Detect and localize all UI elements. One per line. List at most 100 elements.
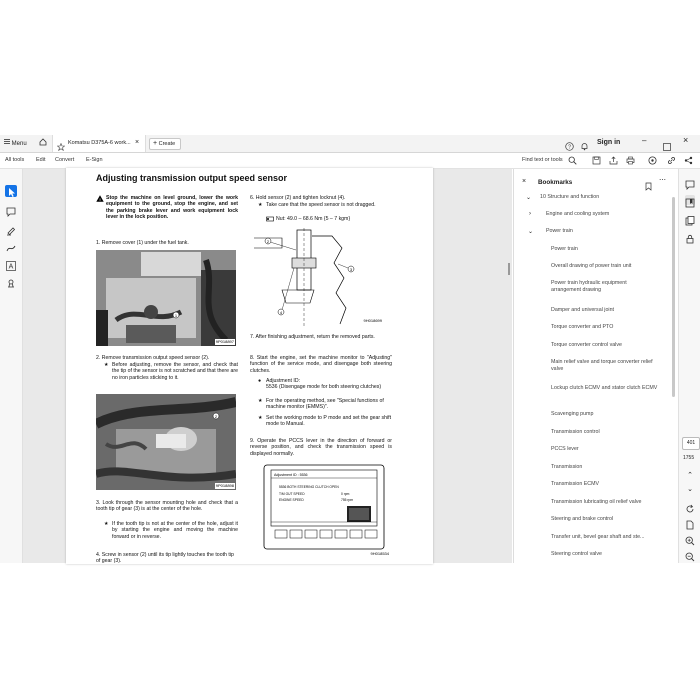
bookmarks-panel-icon[interactable] (685, 195, 695, 208)
bookmark-item[interactable]: Torque converter and PTO (551, 324, 666, 331)
refresh-icon[interactable] (685, 501, 695, 513)
bookmark-item[interactable]: Steering and brake control (551, 516, 666, 523)
chevron-down-icon[interactable]: ⌄ (685, 485, 695, 495)
step-6: 6. Hold sensor (2) and tighten locknut (… (250, 195, 346, 201)
bookmark-item[interactable]: Scavenging pump (551, 411, 666, 418)
monitor-line-3b: 755 rpm (341, 498, 353, 502)
monitor-line-1: 5536 BOTH STEERING CLUTCH OPEN (279, 485, 339, 489)
link-icon[interactable] (667, 156, 676, 165)
home-icon[interactable] (39, 138, 47, 150)
share-icon[interactable] (684, 156, 693, 165)
sensor-diagram: 2 3 4 9H018699 (252, 228, 386, 326)
bookmark-item[interactable]: Lockup clutch ECMV and stator clutch ECM… (551, 385, 659, 392)
chevron-down-icon[interactable]: ⌄ (528, 228, 533, 235)
bookmark-item[interactable]: Torque converter control valve (551, 342, 666, 349)
minimize-icon[interactable]: – (642, 136, 646, 145)
bookmark-item[interactable]: Main relief valve and torque converter r… (551, 359, 659, 373)
step-6-note: ★ Take care that the speed sensor is not… (258, 202, 376, 208)
svg-text:!: ! (99, 197, 100, 202)
more-options-icon[interactable]: ⋯ (659, 177, 666, 185)
bookmarks-scrollbar[interactable] (671, 177, 676, 557)
menu-esign[interactable]: E-Sign (86, 156, 103, 165)
bookmark-item[interactable]: Transmission control (551, 429, 666, 436)
upload-icon[interactable] (609, 156, 618, 165)
select-tool-icon[interactable] (5, 185, 17, 197)
document-icon[interactable] (685, 517, 695, 530)
star-bullet-icon: ★ (104, 362, 109, 368)
step-8-bullet-1: ● Adjustment ID: 5536 (Disengage mode fo… (258, 378, 382, 391)
chevron-up-icon[interactable]: ⌃ (685, 471, 695, 481)
bookmark-item[interactable]: Overall drawing of power train unit (551, 263, 666, 270)
step-9: 9. Operate the PCCS lever in the directi… (250, 438, 392, 457)
lock-icon[interactable] (685, 231, 695, 244)
bookmark-item[interactable]: PCCS lever (551, 446, 666, 453)
chevron-right-icon[interactable]: › (529, 211, 531, 217)
draw-tool-icon[interactable] (5, 241, 17, 253)
bookmarks-panel: × Bookmarks ⋯ ⌄ 10 Structure and functio… (513, 169, 679, 563)
torque-wrench-icon (266, 216, 274, 224)
print-icon[interactable] (626, 156, 635, 165)
menu-convert[interactable]: Convert (55, 156, 74, 165)
torque-spec: Nut: 49.0 – 68.6 Nm {5 – 7 kgm} (266, 216, 396, 222)
menu-edit[interactable]: Edit (36, 156, 45, 165)
zoom-out-icon[interactable] (685, 549, 695, 562)
photo2-label: 9P018898 (214, 482, 235, 489)
bookmark-item[interactable]: Steering control valve (551, 551, 666, 558)
create-label: Create (158, 141, 176, 147)
step-2: 2. Remove transmission output speed sens… (96, 355, 210, 361)
text-tool-icon[interactable]: A (5, 259, 17, 271)
svg-text:A: A (9, 264, 14, 271)
ai-assistant-icon[interactable] (648, 156, 657, 165)
close-tab-icon[interactable]: × (135, 138, 139, 147)
document-tab[interactable]: Komatsu D375A-6 work... × (52, 135, 146, 152)
step-8-bullet-2: ★ For the operating method, see "Special… (258, 398, 384, 411)
splitter-handle[interactable] (508, 263, 510, 275)
bookmark-item[interactable]: 10 Structure and function (540, 194, 660, 201)
pdf-page: Adjusting transmission output speed sens… (66, 168, 433, 564)
pages-panel-icon[interactable] (685, 213, 695, 226)
comments-panel-icon[interactable] (685, 177, 695, 190)
menu-all-tools[interactable]: All tools (5, 156, 24, 165)
current-page-input[interactable]: 401 (682, 437, 700, 450)
bookmark-item[interactable]: Transmission lubricating oil relief valv… (551, 499, 669, 506)
bookmark-item[interactable]: Power train hydraulic equipment arrangem… (551, 280, 653, 294)
save-icon[interactable] (592, 156, 601, 165)
comment-tool-icon[interactable] (5, 205, 17, 217)
bookmark-item[interactable]: Power train (546, 228, 666, 235)
highlight-tool-icon[interactable] (5, 223, 17, 236)
sign-in-link[interactable]: Sign in (597, 137, 620, 148)
step-7: 7. After finishing adjustment, return th… (250, 334, 375, 340)
bookmark-item[interactable]: Power train (551, 246, 666, 253)
find-label: Find text or tools (522, 157, 563, 163)
monitor-line-3a: ENGINE SPEED (279, 498, 304, 502)
chevron-down-icon[interactable]: ⌄ (526, 194, 531, 201)
bookmark-item[interactable]: Transmission (551, 464, 666, 471)
search-icon[interactable] (568, 156, 577, 165)
step-8: 8. Start the engine, set the machine mon… (250, 355, 392, 374)
close-window-icon[interactable]: × (683, 135, 688, 145)
scrollbar-thumb[interactable] (672, 197, 675, 397)
zoom-in-icon[interactable] (685, 533, 695, 546)
bookmark-item[interactable]: Damper and universal joint (551, 307, 666, 314)
app-toolbar: All tools Edit Convert E-Sign Find text … (0, 153, 700, 169)
close-panel-icon[interactable]: × (522, 178, 526, 186)
bookmark-item[interactable]: Engine and cooling system (546, 211, 666, 218)
star-bullet-icon: ★ (104, 521, 109, 527)
step-2-note: ★ Before adjusting, remove the sensor, a… (104, 362, 238, 381)
monitor-line-2a: T/M OUT SPEED (279, 492, 305, 496)
photo-fuel-tank-cover: 1 9P018897 (96, 250, 236, 346)
step-8-bullet-3: ★ Set the working mode to P mode and set… (258, 415, 392, 428)
stamp-tool-icon[interactable] (5, 277, 17, 289)
create-button[interactable]: + Create (149, 138, 181, 150)
menu-button[interactable]: Menu (4, 139, 27, 149)
bookmark-item[interactable]: Transfer unit, bevel gear shaft and ste.… (551, 534, 669, 541)
step-3: 3. Look through the sensor mounting hole… (96, 500, 238, 513)
find-text-or-tools[interactable]: Find text or tools (522, 156, 563, 165)
warning-text: Stop the machine on level ground, lower … (106, 195, 238, 221)
svg-text:?: ? (568, 144, 571, 150)
step-3-note: ★ If the tooth tip is not at the center … (104, 521, 238, 540)
bookmark-item[interactable]: Transmission ECMV (551, 481, 666, 488)
page-title: Adjusting transmission output speed sens… (96, 173, 288, 183)
bookmarks-title: Bookmarks (538, 179, 573, 186)
monitor-diagram: Adjustment ID : 5536 5536 BOTH STEERING … (263, 464, 391, 556)
